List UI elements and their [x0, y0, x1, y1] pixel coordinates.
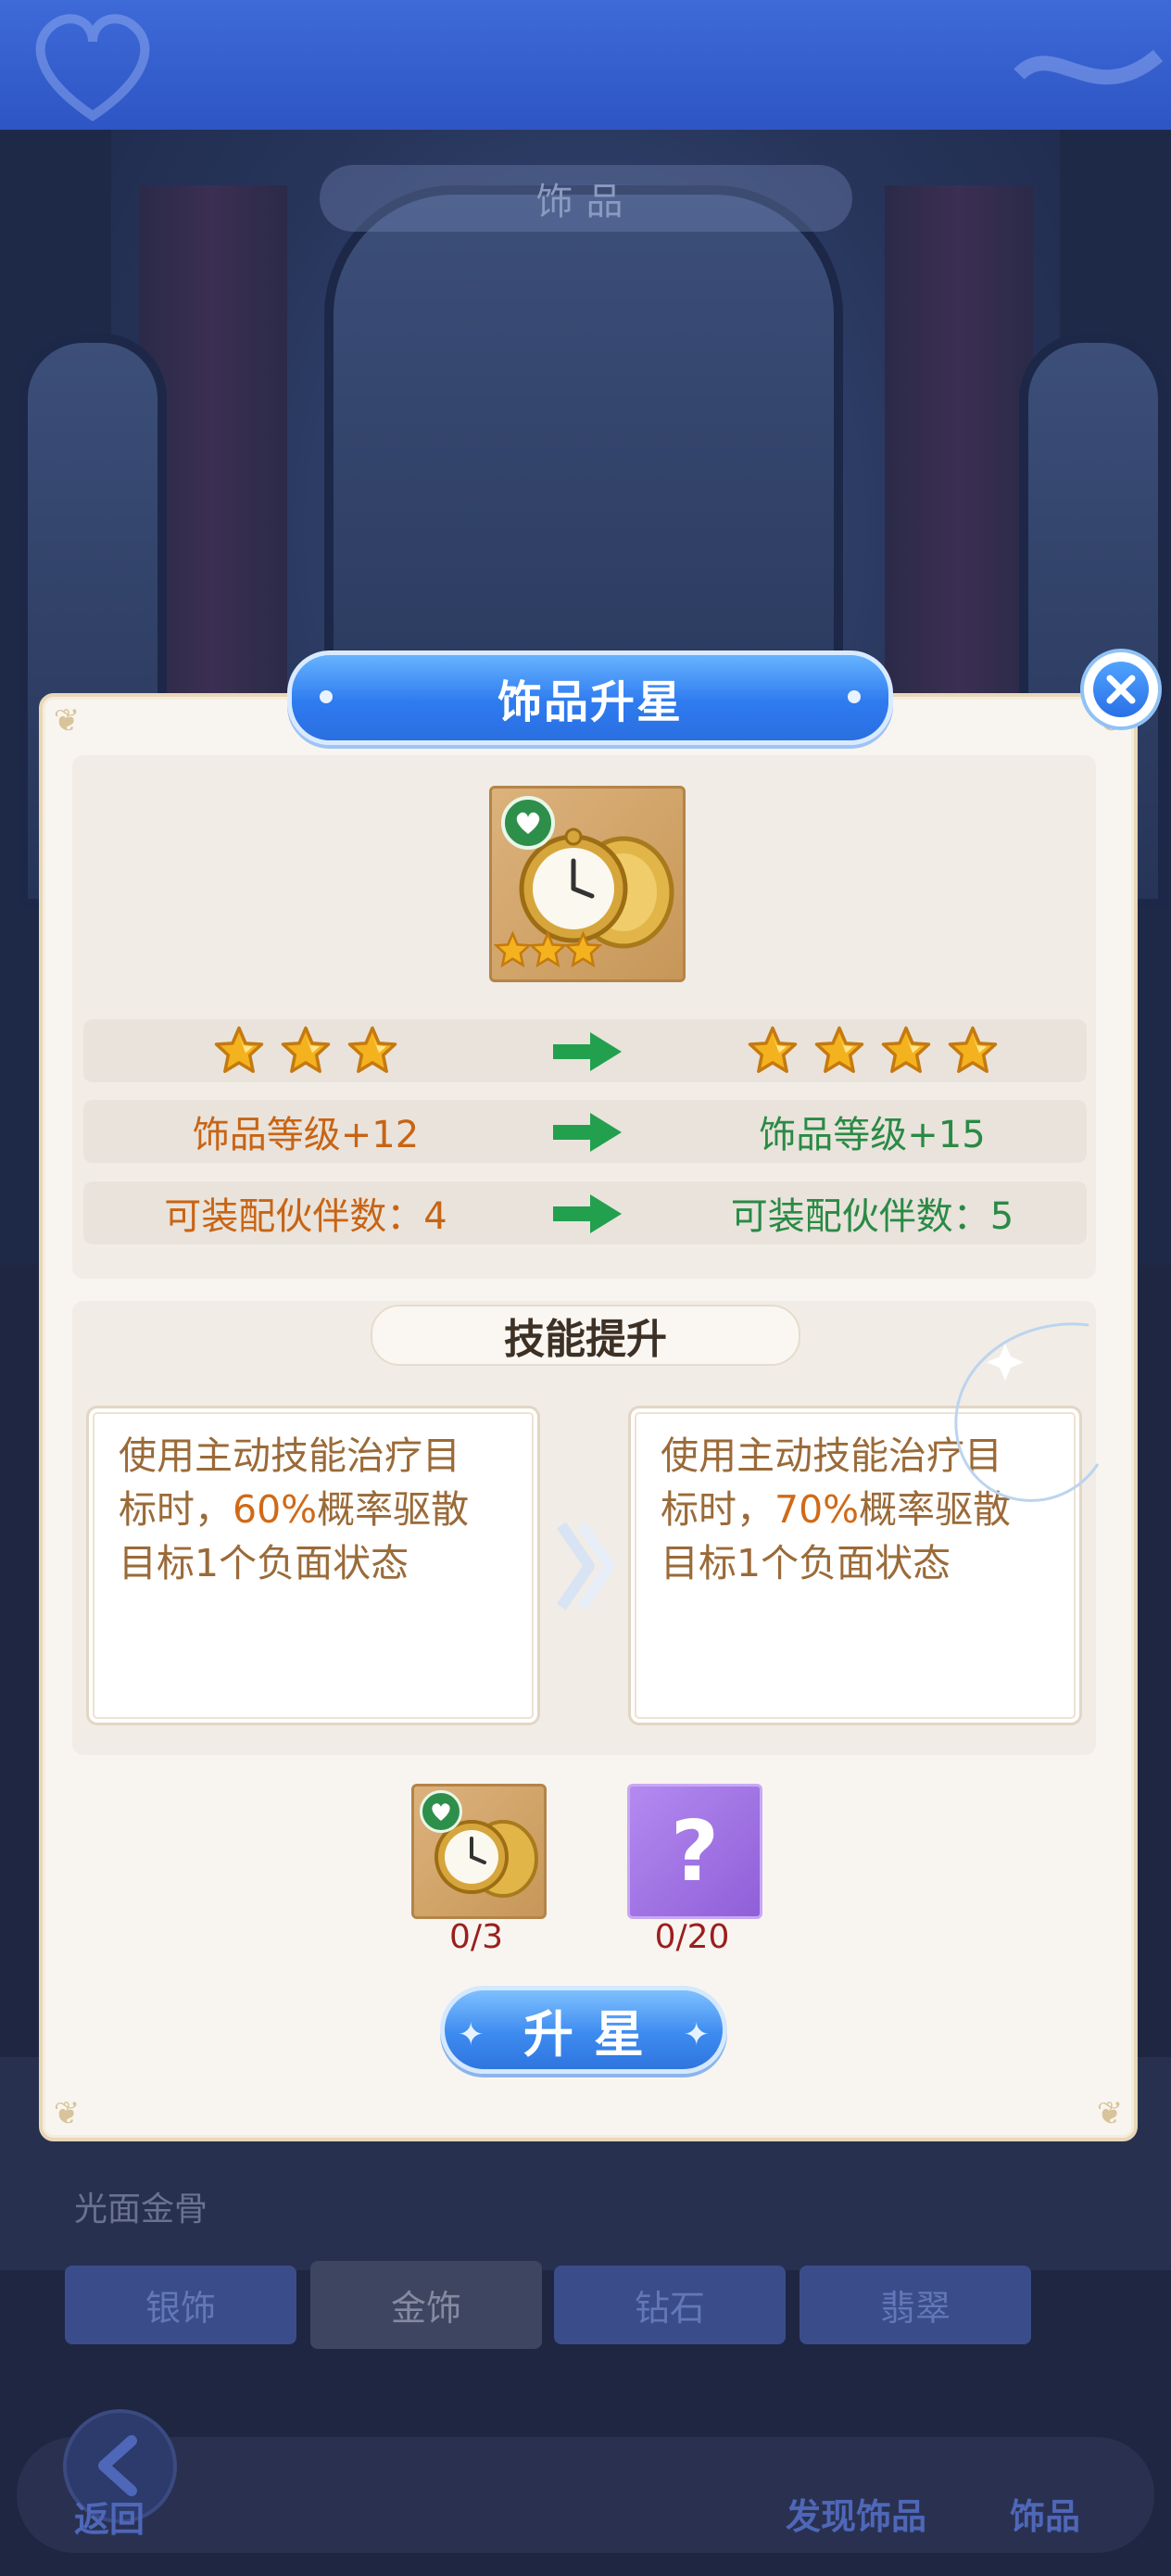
skill-before-line2: 标时，60%概率驱散 [119, 1487, 470, 1532]
tab-diamond[interactable]: 钻石 [554, 2266, 786, 2344]
skill-after-line3: 目标1个负面状态 [661, 1541, 951, 1585]
star-icon [948, 1026, 997, 1073]
star-icon [214, 1026, 264, 1073]
heart-badge-icon [501, 796, 555, 850]
dialog-title-text: 饰品升星 [497, 676, 683, 728]
star-icon [494, 930, 533, 968]
partners-before: 可装配伙伴数：4 [164, 1195, 447, 1238]
stars-after [658, 1019, 1087, 1082]
accessory-item-slot [489, 786, 686, 982]
corner-ornament-icon: ❦ [53, 2095, 81, 2132]
accessory-nav-button[interactable]: 饰品 [1010, 2488, 1080, 2539]
material-count-unknown: 0/20 [654, 1918, 730, 1956]
star-icon [748, 1026, 797, 1073]
green-arrow-icon [553, 1032, 622, 1071]
skill-upgrade-title: 技能提升 [371, 1305, 800, 1366]
item-name: 光面金骨 [74, 2191, 208, 2229]
skill-before-rate: 60% [233, 1487, 318, 1532]
double-chevron-icon [557, 1522, 615, 1610]
tab-silver[interactable]: 银饰 [65, 2266, 296, 2344]
star-icon [528, 930, 568, 968]
title-dot-icon [320, 690, 333, 703]
upgrade-star-label: 升星 [523, 2005, 664, 2064]
sparkle-swirl-decoration-icon [954, 1322, 1100, 1502]
heart-arrow-decoration-icon [35, 14, 150, 122]
skill-before-line3: 目标1个负面状态 [119, 1541, 409, 1585]
star-icon [814, 1026, 863, 1073]
upgrade-star-button[interactable]: ✦ 升星 ✦ [440, 1986, 727, 2074]
close-icon [1106, 675, 1136, 704]
title-dot-icon [848, 690, 861, 703]
close-button[interactable] [1080, 649, 1162, 730]
star-icon [563, 930, 603, 968]
star-icon [347, 1026, 397, 1073]
corner-ornament-icon: ❦ [1096, 2095, 1124, 2132]
top-bar [0, 0, 1171, 130]
dialog-title: 饰品升星 [287, 650, 893, 745]
green-arrow-icon [553, 1194, 622, 1233]
scene-title: 饰品 [320, 165, 852, 232]
corner-ornament-icon: ❦ [53, 702, 81, 739]
material-slot-unknown[interactable]: ? [627, 1784, 762, 1919]
star-compare-row [83, 1019, 1087, 1082]
skill-after-rate: 70% [774, 1487, 860, 1532]
heart-badge-icon [420, 1790, 462, 1833]
level-after: 饰品等级+15 [759, 1114, 986, 1156]
partners-after: 可装配伙伴数：5 [730, 1195, 1014, 1238]
level-before: 饰品等级+12 [192, 1114, 420, 1156]
star-icon [281, 1026, 331, 1073]
skill-before-line1: 使用主动技能治疗目 [119, 1433, 460, 1478]
question-mark-icon: ? [670, 1802, 720, 1900]
skill-before-box: 使用主动技能治疗目 标时，60%概率驱散 目标1个负面状态 [86, 1406, 540, 1725]
item-stars [494, 930, 603, 968]
discover-accessory-button[interactable]: 发现饰品 [786, 2488, 926, 2539]
back-label[interactable]: 返回 [74, 2491, 145, 2542]
sparkle-icon: ✦ [683, 2016, 711, 2053]
tab-gold[interactable]: 金饰 [310, 2261, 542, 2349]
stars-before [83, 1019, 528, 1082]
bottom-nav-bar [17, 2437, 1154, 2553]
sparkle-icon: ✦ [458, 2016, 485, 2053]
wave-decoration-icon [1014, 49, 1164, 85]
tab-jade[interactable]: 翡翠 [800, 2266, 1031, 2344]
star-icon [881, 1026, 930, 1073]
material-slot-watch[interactable] [411, 1784, 547, 1919]
green-arrow-icon [553, 1113, 622, 1152]
material-count-watch: 0/3 [449, 1918, 503, 1956]
partner-compare-row: 可装配伙伴数：4 可装配伙伴数：5 [83, 1181, 1087, 1244]
level-compare-row: 饰品等级+12 饰品等级+15 [83, 1100, 1087, 1163]
